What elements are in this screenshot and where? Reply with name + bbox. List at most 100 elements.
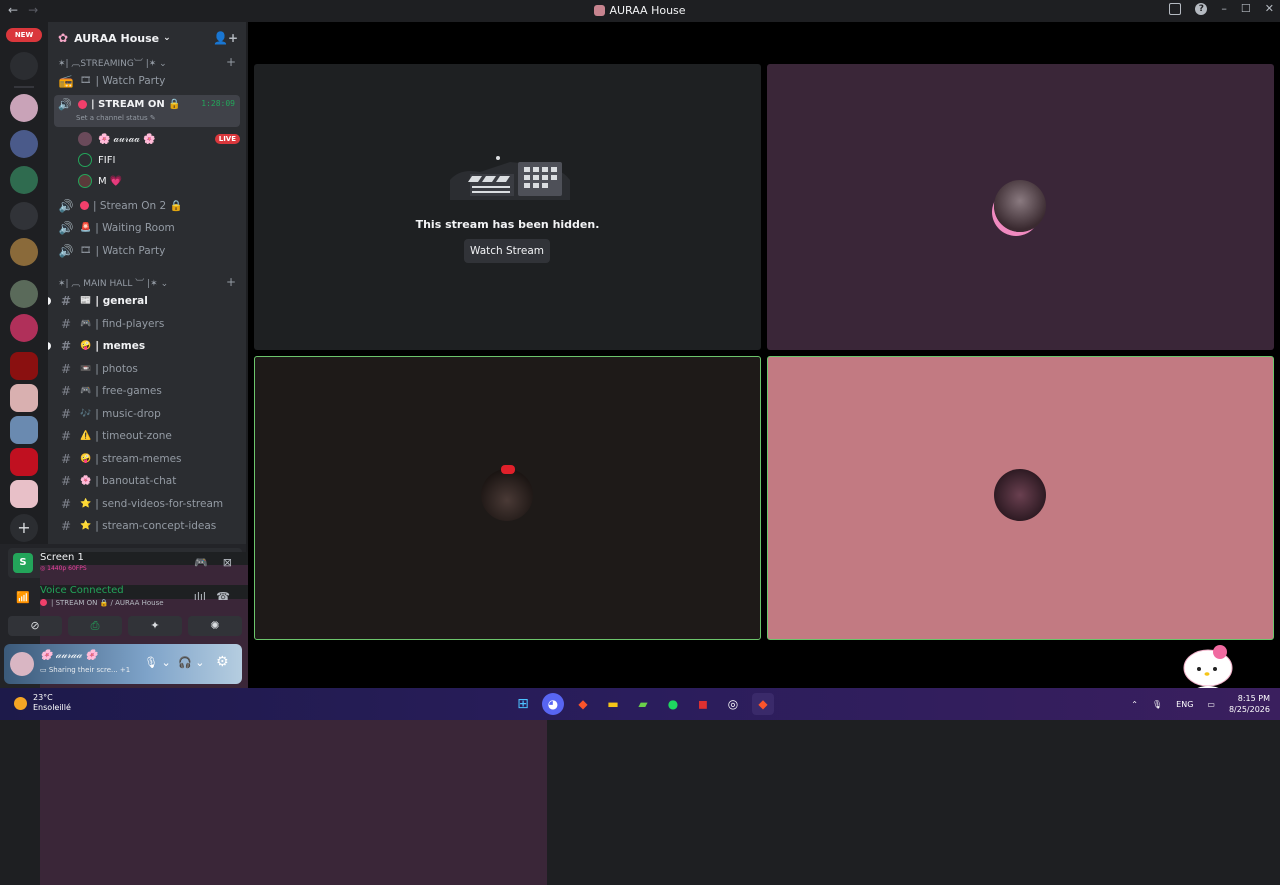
inbox-icon[interactable] [1169,2,1182,15]
soundboard-button[interactable]: ✺ [188,616,242,636]
hashtag-icon: # [60,361,72,376]
stream-tile-hidden[interactable]: This stream has been hidden. Watch Strea… [254,64,761,350]
channel-name: | timeout-zone [95,430,172,443]
discord-icon[interactable]: ◕ [542,693,564,715]
add-channel-icon[interactable]: + [226,55,236,69]
film-emoji: 🎞 [80,245,92,256]
file-explorer-icon[interactable]: ▬ [602,693,624,715]
text-channel[interactable]: # ⚠️ | timeout-zone [48,425,246,448]
text-channel[interactable]: # 📰 | general [48,290,246,313]
server-icon[interactable] [10,238,38,266]
voice-channel[interactable]: 🔊 🚨 | Waiting Room [48,217,246,240]
record-app-icon[interactable]: ◼ [692,693,714,715]
voice-channel-active[interactable]: 🔊 | STREAM ON 🔒 1:28:09 Set a channel sta… [54,94,240,127]
disconnect-icon[interactable]: ☎ [216,590,230,603]
brave-active-icon[interactable]: ◆ [752,693,774,715]
voice-user-name: FIFI [98,154,116,166]
server-header[interactable]: ✿ AURAA House ⌄ 👤+ [48,22,246,54]
invite-icon[interactable]: 👤+ [213,31,238,45]
chevron-up-icon[interactable]: ⌃ [1131,700,1138,709]
weather-widget[interactable]: 23°C Ensoleillé [14,693,71,713]
text-channel[interactable]: # 🎮 | find-players [48,313,246,336]
brave-icon[interactable]: ◆ [572,693,594,715]
bow-icon [501,465,515,474]
category-streaming[interactable]: ✶| ︹STREAMING︺ |✶ ⌄ + [48,54,246,70]
stop-stream-icon[interactable]: ⊠ [223,556,232,569]
text-channel[interactable]: # ⭐ | stream-concept-ideas [48,515,246,538]
auraa-house-server-icon[interactable] [10,480,38,508]
help-icon[interactable]: ? [1195,2,1208,15]
activities-button[interactable]: ✦ [128,616,182,636]
headphones-icon[interactable]: 🎧 ⌄ [178,656,204,669]
voice-channel[interactable]: 📻 🎞 | Watch Party [48,70,246,93]
participant-tile-speaking[interactable] [254,356,761,640]
minimize-button[interactable]: – [1221,2,1227,15]
voice-user[interactable]: FIFI [48,150,246,171]
close-button[interactable]: ✕ [1265,2,1274,15]
unread-indicator [48,342,51,351]
server-icon[interactable] [10,448,38,476]
microphone-icon[interactable]: 🎙 [1152,700,1162,709]
server-icon[interactable] [10,202,38,230]
noise-suppression-icon[interactable]: ılıl [194,590,206,603]
channel-status[interactable]: Set a channel status ✎ [76,114,156,122]
server-name: AURAA House [74,31,160,45]
server-icon[interactable] [10,166,38,194]
hashtag-icon: # [60,474,72,489]
text-channel[interactable]: # 🎶 | music-drop [48,403,246,426]
channel-emoji: 🤪 [80,453,92,464]
weather-condition: Ensoleillé [33,703,71,712]
server-icon[interactable] [10,352,38,380]
text-channel[interactable]: # 🤪 | stream-memes [48,448,246,471]
server-icon[interactable] [10,314,38,342]
add-channel-icon[interactable]: + [226,275,236,289]
text-channel[interactable]: # 🤪 | memes [48,335,246,358]
new-badge[interactable]: NEW [6,28,42,42]
voice-user[interactable]: M 💗 [48,171,246,192]
server-icon[interactable] [10,280,38,308]
screen-share-button[interactable]: ⎙ [68,616,122,636]
channel-name: | music-drop [95,407,161,420]
text-channel[interactable]: # 🎮 | free-games [48,380,246,403]
language-indicator[interactable]: ENG [1176,700,1193,709]
add-server-icon[interactable]: + [10,514,38,542]
category-main-hall[interactable]: ✶| ︹ MAIN HALL ︺ |✶ ⌄ + [48,274,246,290]
watch-stream-button[interactable]: Watch Stream [464,239,550,263]
voice-channel[interactable]: 🔊 🎞 | Watch Party [48,240,246,263]
channel-name: | send-videos-for-stream [95,497,224,510]
voice-channel[interactable]: 🔊 | Stream On 2 🔒 [48,195,246,218]
text-channel[interactable]: # 🌸 | banoutat-chat [48,470,246,493]
server-icon[interactable] [10,130,38,158]
windows-start-icon[interactable]: ⊞ [512,693,534,715]
text-channel[interactable]: # ⭐ | send-videos-for-stream [48,493,246,516]
participant-avatar [481,469,533,521]
server-icon[interactable] [10,94,38,122]
participant-tile-speaking[interactable] [767,356,1274,640]
spotify-icon[interactable]: ● [662,693,684,715]
signal-icon[interactable]: 📶 [16,591,30,604]
user-status: ▭ Sharing their scre... +1 [40,666,131,674]
voice-controls: ⊘ ⎙ ✦ ✺ [8,616,242,636]
server-icon[interactable] [10,384,38,412]
maximize-button[interactable]: ☐ [1241,2,1251,15]
display-icon[interactable]: ▭ [1207,700,1215,709]
speaker-icon: 🔊 [58,97,72,111]
dot-icon [80,201,89,211]
game-launcher-icon[interactable]: ▰ [632,693,654,715]
current-user[interactable]: 🌸 𝒶𝓊𝓇𝒶𝒶 🌸 ▭ Sharing their scre... +1 🎙 ⌄… [4,644,242,684]
gamepad-icon[interactable]: 🎮 [194,556,208,569]
text-channel[interactable]: # 📼 | photos [48,358,246,381]
microphone-icon[interactable]: 🎙 ⌄ [144,656,171,669]
clock[interactable]: 8:15 PM 8/25/2026 [1229,693,1270,715]
channel-emoji: ⭐ [80,521,92,532]
server-mini-icon [594,5,606,16]
voice-user[interactable]: 🌸 𝒶𝓊𝓇𝒶𝒶 🌸 LIVE [48,129,246,150]
server-icon[interactable] [10,416,38,444]
gear-icon[interactable]: ⚙ [216,654,229,670]
chevron-down-icon: ⌄ [163,33,171,43]
camera-off-button[interactable]: ⊘ [8,616,62,636]
steam-icon[interactable]: ◎ [722,693,744,715]
taskbar-apps: ⊞ ◕ ◆ ▬ ▰ ● ◼ ◎ ◆ [512,693,774,715]
dm-icon[interactable] [10,52,38,80]
participant-tile[interactable] [767,64,1274,350]
